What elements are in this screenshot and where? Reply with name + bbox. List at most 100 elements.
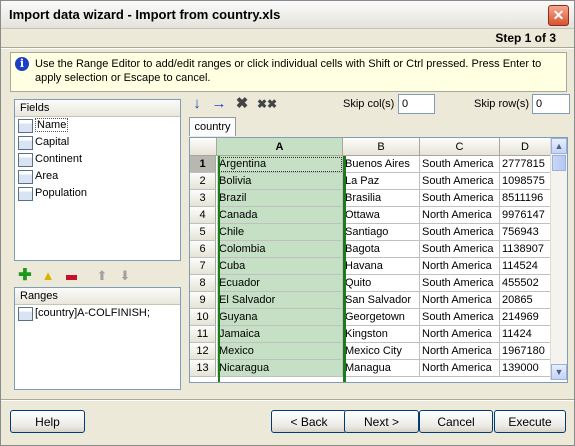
field-item-area[interactable]: Area [15, 168, 180, 185]
row-header[interactable]: 11 [190, 326, 216, 343]
scroll-thumb[interactable] [552, 155, 566, 171]
column-header-c[interactable]: C [420, 138, 500, 156]
grid-cell-d[interactable]: 9976147 [500, 207, 551, 224]
column-header-d[interactable]: D [500, 138, 551, 156]
grid-cell-b[interactable]: Bagota [343, 241, 420, 258]
grid-cell-a[interactable]: Chile [217, 224, 343, 241]
row-header[interactable]: 1 [190, 156, 216, 173]
edit-range-icon[interactable]: ▲ [41, 269, 55, 283]
field-item-continent[interactable]: Continent [15, 151, 180, 168]
grid-cell-c[interactable]: South America [420, 224, 500, 241]
grid-cell-b[interactable]: Georgetown [343, 309, 420, 326]
field-icon [18, 153, 33, 167]
row-header[interactable]: 13 [190, 360, 216, 377]
grid-cell-c[interactable]: South America [420, 156, 500, 173]
grid-cell-d[interactable]: 1138907 [500, 241, 551, 258]
grid-cell-b[interactable]: Buenos Aires [343, 156, 420, 173]
grid-cell-d[interactable]: 114524 [500, 258, 551, 275]
arrow-down-icon[interactable]: ↓ [189, 96, 205, 112]
row-header[interactable]: 9 [190, 292, 216, 309]
clear-icon[interactable]: ✖ [234, 96, 250, 112]
column-header-b[interactable]: B [343, 138, 420, 156]
execute-button[interactable]: Execute [494, 410, 566, 433]
grid-cell-a[interactable]: Mexico [217, 343, 343, 360]
grid-cell-c[interactable]: North America [420, 343, 500, 360]
grid-cell-b[interactable]: Managua [343, 360, 420, 377]
row-header[interactable]: 10 [190, 309, 216, 326]
row-header[interactable]: 4 [190, 207, 216, 224]
cancel-button[interactable]: Cancel [419, 410, 493, 433]
grid-cell-a[interactable]: Guyana [217, 309, 343, 326]
grid-cell-a[interactable]: El Salvador [217, 292, 343, 309]
row-header[interactable]: 12 [190, 343, 216, 360]
grid-cell-d[interactable]: 11424 [500, 326, 551, 343]
grid-cell-d[interactable]: 8511196 [500, 190, 551, 207]
grid-cell-a[interactable]: Ecuador [217, 275, 343, 292]
grid-cell-d[interactable]: 1967180 [500, 343, 551, 360]
scroll-up-icon[interactable]: ▲ [551, 138, 567, 154]
help-button[interactable]: Help [10, 410, 85, 433]
grid-cell-d[interactable]: 1098575 [500, 173, 551, 190]
add-range-icon[interactable]: ✚ [18, 268, 32, 284]
grid-cell-b[interactable]: San Salvador [343, 292, 420, 309]
row-header[interactable]: 7 [190, 258, 216, 275]
grid-cell-c[interactable]: South America [420, 275, 500, 292]
grid-cell-a[interactable]: Bolivia [217, 173, 343, 190]
clear-all-icon[interactable]: ✖✖ [257, 96, 277, 112]
grid-cell-d[interactable]: 756943 [500, 224, 551, 241]
skip-rows-input[interactable]: 0 [532, 94, 570, 114]
grid-cell-a[interactable]: Nicaragua [217, 360, 343, 377]
column-header-a[interactable]: A [217, 138, 343, 156]
grid-cell-c[interactable]: South America [420, 309, 500, 326]
grid-cell-c[interactable]: North America [420, 258, 500, 275]
row-header[interactable]: 2 [190, 173, 216, 190]
scroll-down-icon[interactable]: ▼ [551, 364, 567, 380]
grid-cell-c[interactable]: South America [420, 173, 500, 190]
grid-cell-b[interactable]: Ottawa [343, 207, 420, 224]
arrow-right-icon[interactable]: → [211, 96, 227, 112]
grid-cell-d[interactable]: 455502 [500, 275, 551, 292]
grid-cell-c[interactable]: South America [420, 241, 500, 258]
next-button[interactable]: Next > [344, 410, 419, 433]
grid-cell-d[interactable]: 214969 [500, 309, 551, 326]
grid-cell-b[interactable]: Santiago [343, 224, 420, 241]
grid-cell-d[interactable]: 139000 [500, 360, 551, 377]
back-button[interactable]: < Back [271, 410, 347, 433]
row-header[interactable]: 6 [190, 241, 216, 258]
delete-range-icon[interactable] [64, 269, 78, 283]
grid-cell-b[interactable]: Kingston [343, 326, 420, 343]
vertical-scrollbar[interactable]: ▲ ▼ [550, 138, 567, 380]
grid-cell-b[interactable]: Quito [343, 275, 420, 292]
grid-cell-b[interactable]: Mexico City [343, 343, 420, 360]
sheet-tab-country[interactable]: country [189, 117, 236, 136]
row-header[interactable]: 3 [190, 190, 216, 207]
grid-cell-a[interactable]: Brazil [217, 190, 343, 207]
row-header[interactable]: 8 [190, 275, 216, 292]
grid-cell-b[interactable]: Brasilia [343, 190, 420, 207]
grid-cell-a[interactable]: Colombia [217, 241, 343, 258]
grid-cell-a[interactable]: Argentina [217, 156, 343, 173]
field-item-capital[interactable]: Capital [15, 134, 180, 151]
move-up-icon[interactable]: ⬆ [95, 269, 109, 283]
skip-cols-input[interactable]: 0 [398, 94, 435, 114]
grid-cell-c[interactable]: North America [420, 292, 500, 309]
row-header[interactable]: 5 [190, 224, 216, 241]
grid-cell-c[interactable]: North America [420, 207, 500, 224]
grid-cell-b[interactable]: La Paz [343, 173, 420, 190]
grid-cell-d[interactable]: 2777815 [500, 156, 551, 173]
range-item[interactable]: [country]A-COLFINISH; [15, 305, 180, 322]
grid-cell-a[interactable]: Cuba [217, 258, 343, 275]
grid-cell-b[interactable]: Havana [343, 258, 420, 275]
field-item-population[interactable]: Population [15, 185, 180, 202]
grid-cell-d[interactable]: 20865 [500, 292, 551, 309]
next-button-label: Next > [363, 415, 399, 429]
grid-cell-c[interactable]: North America [420, 326, 500, 343]
spreadsheet-grid[interactable]: A B C D 1 Argentina Buenos Aires South Amer… [189, 137, 568, 383]
grid-cell-a[interactable]: Canada [217, 207, 343, 224]
field-item-name[interactable]: Name [15, 117, 180, 134]
grid-cell-c[interactable]: North America [420, 360, 500, 377]
grid-cell-c[interactable]: South America [420, 190, 500, 207]
move-down-icon[interactable]: ⬇ [118, 269, 132, 283]
grid-cell-a[interactable]: Jamaica [217, 326, 343, 343]
close-button[interactable]: ✕ [548, 5, 569, 26]
